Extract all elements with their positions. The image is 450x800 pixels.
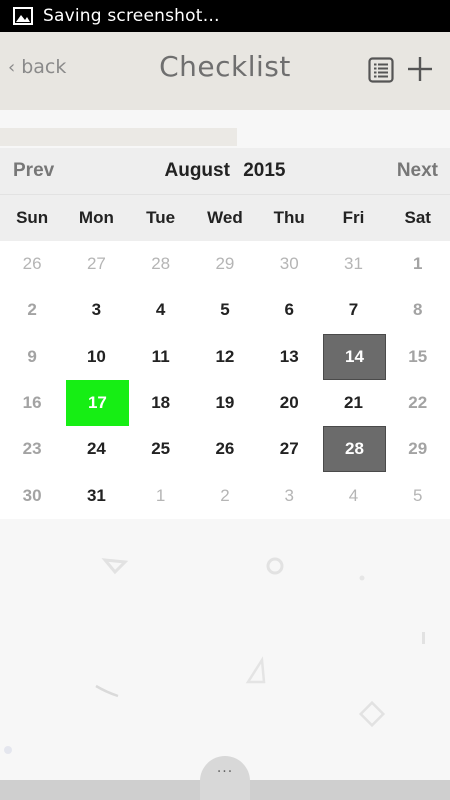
calendar-week-row: 2345678 (0, 287, 450, 334)
weekday-label: Mon (78, 208, 114, 227)
calendar-week-row: 30 31 1 2 3 4 5 (0, 472, 450, 519)
calendar-day[interactable]: 5 (193, 287, 257, 333)
calendar-day-marked[interactable]: 14 (323, 333, 386, 380)
calendar: Prev August 2015 Next Sun Mon Tue Wed Th… (0, 148, 450, 519)
calendar-day[interactable]: 22 (386, 380, 450, 426)
calendar-day[interactable]: 18 (129, 380, 193, 426)
calendar-day[interactable]: 25 (129, 426, 193, 472)
weekday-label: Wed (207, 208, 243, 227)
calendar-day-outside-month[interactable]: 2 (193, 472, 257, 518)
list-icon (368, 57, 394, 83)
calendar-day-outside-month[interactable]: 3 (257, 472, 321, 518)
prev-month-button[interactable]: Prev (13, 160, 54, 182)
weekday-label: Thu (273, 208, 305, 227)
status-bar: Saving screenshot… (0, 0, 450, 32)
calendar-day[interactable]: 29 (386, 426, 450, 472)
calendar-day[interactable]: 9 (0, 334, 64, 380)
calendar-day[interactable]: 20 (257, 380, 321, 426)
calendar-week-row: 9 10 11 12 13 14 15 (0, 333, 450, 380)
calendar-day[interactable]: 23 (0, 426, 64, 472)
calendar-week-row: 16 17 18 19 20 21 22 (0, 379, 450, 427)
calendar-day-outside-month[interactable]: 4 (321, 472, 385, 518)
month-label: August (164, 160, 230, 181)
plus-icon (408, 57, 432, 81)
calendar-week-row: 23 24 25 26 27 28 29 (0, 426, 450, 473)
add-button[interactable] (406, 55, 434, 83)
calendar-day[interactable]: 15 (386, 334, 450, 380)
weekday-label: Sun (16, 208, 49, 227)
screen: Saving screenshot… ‹ back Checklist Prev… (0, 0, 450, 800)
calendar-day[interactable]: 19 (193, 380, 257, 426)
calendar-day[interactable]: 3 (64, 287, 128, 333)
calendar-day[interactable]: 10 (64, 334, 128, 380)
calendar-day[interactable]: 8 (386, 287, 450, 333)
month-year-title: August 2015 (0, 160, 450, 182)
calendar-day[interactable]: 4 (129, 287, 193, 333)
header-divider (0, 128, 237, 146)
calendar-day[interactable]: 11 (129, 334, 193, 380)
calendar-day[interactable]: 2 (0, 287, 64, 333)
calendar-day-outside-month[interactable]: 5 (386, 472, 450, 518)
calendar-day[interactable]: 16 (0, 380, 64, 426)
list-button[interactable] (368, 57, 394, 83)
calendar-day[interactable]: 1 (386, 241, 450, 287)
calendar-day-today[interactable]: 17 (66, 379, 129, 427)
calendar-day[interactable]: 26 (193, 426, 257, 472)
background-decoration (4, 557, 425, 754)
calendar-day-outside-month[interactable]: 29 (193, 241, 257, 287)
weekday-label: Sat (404, 208, 431, 227)
app-header: ‹ back Checklist (0, 32, 450, 110)
ellipsis-icon: ··· (216, 764, 234, 780)
calendar-day[interactable]: 7 (321, 287, 385, 333)
status-text: Saving screenshot… (43, 6, 220, 26)
calendar-day-outside-month[interactable]: 1 (129, 472, 193, 518)
calendar-day[interactable]: 30 (0, 472, 64, 518)
calendar-day[interactable]: 31 (64, 472, 128, 518)
calendar-day[interactable]: 13 (257, 334, 321, 380)
next-month-button[interactable]: Next (397, 160, 438, 182)
calendar-day-outside-month[interactable]: 31 (321, 241, 385, 287)
weekday-header: Sun Mon Tue Wed Thu Fri Sat (0, 194, 450, 241)
weekday-label: Fri (342, 208, 365, 227)
calendar-day[interactable]: 27 (257, 426, 321, 472)
image-icon (13, 7, 33, 25)
more-button[interactable]: ··· (200, 756, 250, 800)
calendar-nav: Prev August 2015 Next (0, 148, 450, 194)
calendar-day-marked[interactable]: 28 (323, 426, 386, 473)
calendar-grid: 26 27 28 29 30 31 1 2 3 4 5 6 7 8 9 10 11 12 13 14 15 16 17 18 1… (0, 241, 450, 519)
calendar-week-row: 26 27 28 29 30 31 1 (0, 241, 450, 288)
calendar-day[interactable]: 6 (257, 287, 321, 333)
calendar-day-outside-month[interactable]: 30 (257, 241, 321, 287)
calendar-day-outside-month[interactable]: 28 (129, 241, 193, 287)
calendar-day-outside-month[interactable]: 27 (64, 241, 128, 287)
calendar-day-outside-month[interactable]: 26 (0, 241, 64, 287)
calendar-day[interactable]: 24 (64, 426, 128, 472)
calendar-day[interactable]: 12 (193, 334, 257, 380)
weekday-label: Tue (146, 208, 176, 227)
year-label: 2015 (243, 160, 286, 181)
calendar-day[interactable]: 21 (321, 380, 385, 426)
